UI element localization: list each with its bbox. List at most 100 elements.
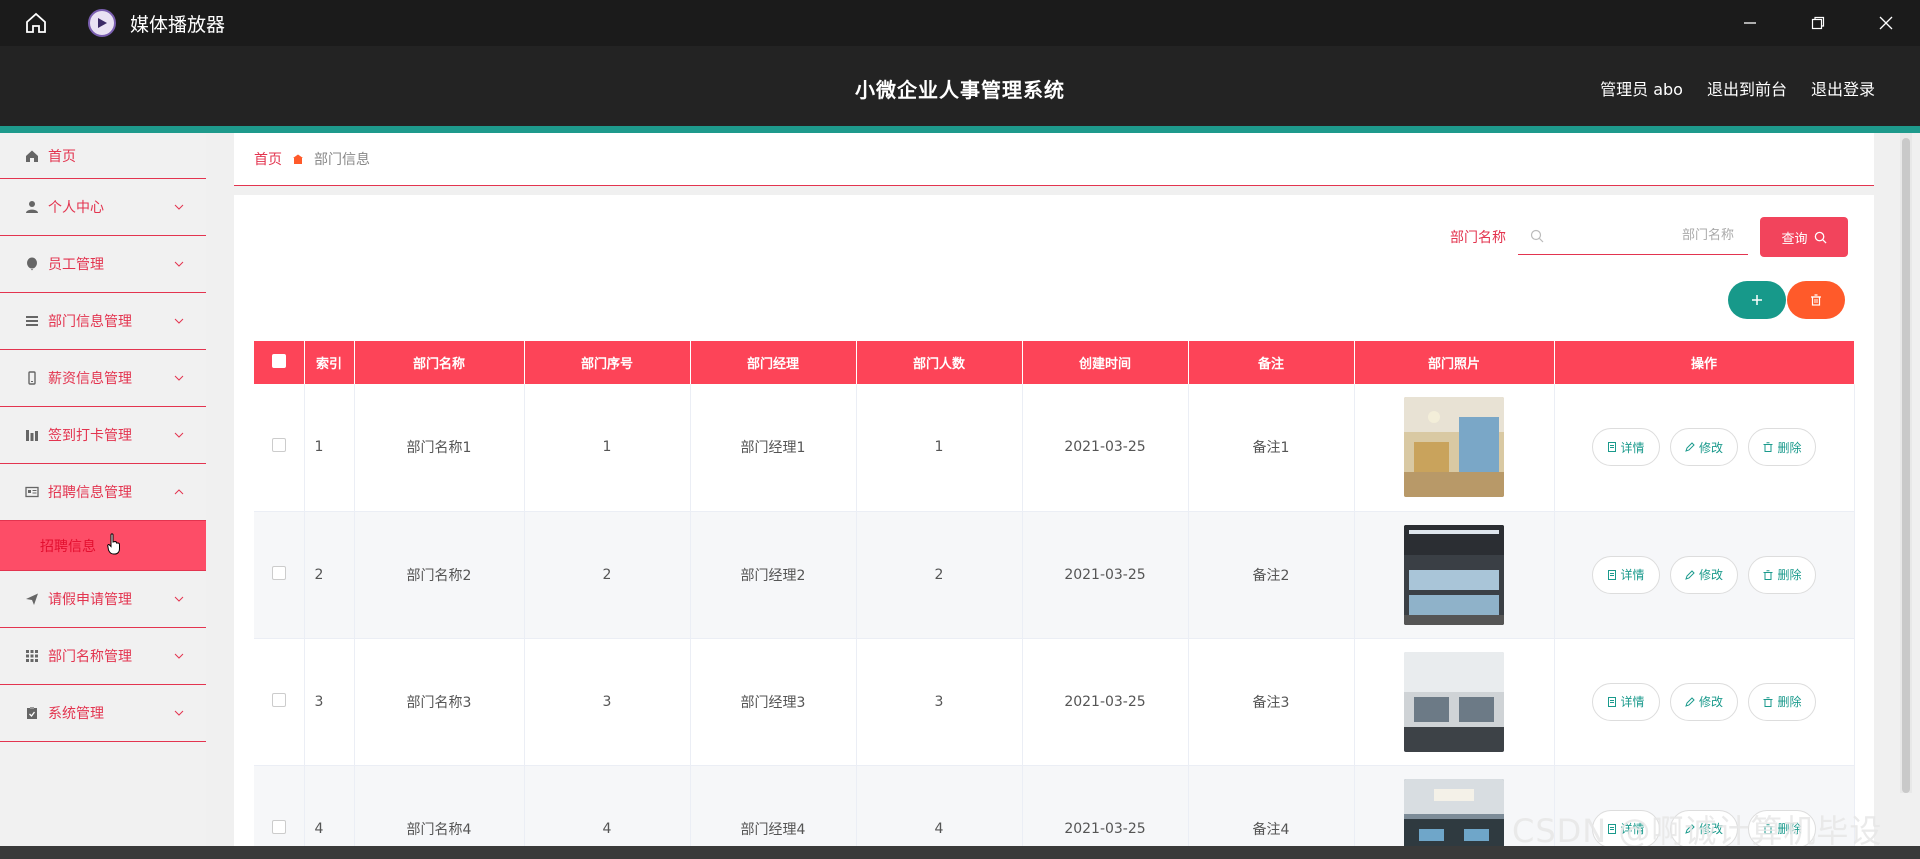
grid-icon bbox=[24, 648, 40, 664]
logout-link[interactable]: 退出登录 bbox=[1811, 76, 1875, 100]
remark-cell: 备注2 bbox=[1188, 511, 1355, 639]
no-cell: 4 bbox=[524, 765, 691, 859]
row-select-cell bbox=[254, 384, 305, 512]
breadcrumb-home-link[interactable]: 首页 bbox=[254, 149, 282, 169]
chart-icon bbox=[24, 427, 40, 443]
remark-cell: 备注4 bbox=[1188, 765, 1355, 859]
vertical-scrollbar-thumb[interactable] bbox=[1902, 138, 1910, 793]
column-header: 创建时间 bbox=[1022, 341, 1189, 384]
sidebar-item-label: 系统管理 bbox=[48, 706, 104, 722]
trash-icon bbox=[1763, 442, 1773, 453]
remark-cell: 备注1 bbox=[1188, 384, 1355, 512]
department-photo[interactable] bbox=[1404, 524, 1504, 625]
row-checkbox[interactable] bbox=[271, 819, 286, 834]
breadcrumb-current: 部门信息 bbox=[314, 152, 370, 168]
actions-cell: 详情 修改 删除 bbox=[1554, 511, 1855, 639]
chevron-down-icon bbox=[174, 596, 184, 602]
chevron-up-icon bbox=[174, 489, 184, 495]
delete-button[interactable]: 删除 bbox=[1748, 555, 1817, 594]
sidebar-item-department-name[interactable]: 部门名称管理 bbox=[0, 628, 206, 685]
sidebar-item-department-info[interactable]: 部门信息管理 bbox=[0, 293, 206, 350]
detail-button[interactable]: 详情 bbox=[1591, 555, 1660, 594]
document-icon bbox=[1607, 696, 1616, 707]
sidebar-item-personal-center[interactable]: 个人中心 bbox=[0, 179, 206, 236]
column-header: 部门名称 bbox=[354, 341, 525, 384]
breadcrumb-separator-icon bbox=[293, 154, 303, 164]
send-icon bbox=[24, 591, 40, 607]
name-cell: 部门名称2 bbox=[354, 511, 525, 639]
column-header: 部门序号 bbox=[524, 341, 691, 384]
delete-button[interactable]: 删除 bbox=[1748, 428, 1817, 467]
manager-cell: 部门经理2 bbox=[690, 511, 857, 639]
select-all-cell bbox=[254, 341, 305, 384]
minimize-icon bbox=[1744, 22, 1756, 24]
sidebar: 首页 个人中心 员工管理 部门信息管理 薪资信息管理 签到打卡管理 招聘信息管理… bbox=[0, 133, 206, 859]
no-cell: 2 bbox=[524, 511, 691, 639]
select-all-checkbox[interactable] bbox=[271, 353, 286, 368]
created-cell: 2021-03-25 bbox=[1022, 765, 1189, 859]
sidebar-item-salary[interactable]: 薪资信息管理 bbox=[0, 350, 206, 407]
sidebar-item-employee[interactable]: 员工管理 bbox=[0, 236, 206, 293]
sidebar-subitem-recruitment-info[interactable]: 招聘信息 bbox=[0, 521, 206, 571]
main-content: 首页 部门信息 部门名称 查询 索引 部门名称 bbox=[234, 133, 1874, 859]
home-icon[interactable] bbox=[18, 5, 54, 41]
app-header: 小微企业人事管理系统 管理员 abo 退出到前台 退出登录 bbox=[0, 46, 1920, 126]
batch-delete-button[interactable] bbox=[1787, 281, 1845, 319]
sidebar-item-label: 个人中心 bbox=[48, 200, 104, 216]
name-cell: 部门名称1 bbox=[354, 384, 525, 512]
edit-button[interactable]: 修改 bbox=[1669, 555, 1738, 594]
minimize-button[interactable] bbox=[1716, 0, 1784, 46]
chevron-down-icon bbox=[174, 653, 184, 659]
window-title: 媒体播放器 bbox=[130, 13, 226, 36]
add-button[interactable] bbox=[1728, 281, 1786, 319]
search-input[interactable] bbox=[1554, 228, 1734, 243]
department-photo[interactable] bbox=[1404, 651, 1504, 752]
sidebar-item-checkin[interactable]: 签到打卡管理 bbox=[0, 407, 206, 464]
photo-cell bbox=[1354, 384, 1555, 512]
column-header: 索引 bbox=[304, 341, 355, 384]
department-panel: 部门名称 查询 索引 部门名称 部门序号 部门 bbox=[234, 195, 1874, 859]
count-cell: 4 bbox=[856, 765, 1023, 859]
detail-button[interactable]: 详情 bbox=[1591, 428, 1660, 467]
document-icon bbox=[1607, 442, 1616, 453]
phone-icon bbox=[24, 370, 40, 386]
delete-button[interactable]: 删除 bbox=[1748, 682, 1817, 721]
row-select-cell bbox=[254, 765, 305, 859]
department-photo[interactable] bbox=[1404, 397, 1504, 498]
edit-button[interactable]: 修改 bbox=[1669, 428, 1738, 467]
query-button-label: 查询 bbox=[1781, 231, 1808, 247]
sidebar-item-label: 签到打卡管理 bbox=[48, 428, 132, 444]
restore-button[interactable] bbox=[1784, 0, 1852, 46]
table-header-row: 索引 部门名称 部门序号 部门经理 部门人数 创建时间 备注 部门照片 操作 bbox=[254, 341, 1855, 384]
sidebar-item-recruitment[interactable]: 招聘信息管理 bbox=[0, 464, 206, 521]
user-icon bbox=[24, 199, 40, 215]
department-table: 索引 部门名称 部门序号 部门经理 部门人数 创建时间 备注 部门照片 操作 1… bbox=[254, 341, 1855, 859]
sidebar-item-label: 薪资信息管理 bbox=[48, 371, 132, 387]
no-cell: 3 bbox=[524, 638, 691, 766]
edit-button[interactable]: 修改 bbox=[1669, 682, 1738, 721]
query-button[interactable]: 查询 bbox=[1760, 217, 1848, 257]
close-button[interactable] bbox=[1852, 0, 1920, 46]
sidebar-item-system[interactable]: 系统管理 bbox=[0, 685, 206, 742]
table-row: 3 部门名称3 3 部门经理3 3 2021-03-25 备注3 详情 修改 删… bbox=[254, 638, 1855, 766]
document-icon bbox=[1607, 569, 1616, 580]
count-cell: 2 bbox=[856, 511, 1023, 639]
actions-cell: 详情 修改 删除 bbox=[1554, 638, 1855, 766]
row-checkbox[interactable] bbox=[271, 565, 286, 580]
id-card-icon bbox=[24, 484, 40, 500]
manager-cell: 部门经理4 bbox=[690, 765, 857, 859]
no-cell: 1 bbox=[524, 384, 691, 512]
sidebar-item-home[interactable]: 首页 bbox=[0, 133, 206, 179]
manager-cell: 部门经理1 bbox=[690, 384, 857, 512]
row-select-cell bbox=[254, 511, 305, 639]
row-checkbox[interactable] bbox=[271, 692, 286, 707]
breadcrumb: 首页 部门信息 bbox=[234, 133, 1874, 186]
sidebar-item-label: 招聘信息管理 bbox=[48, 485, 132, 501]
admin-user-link[interactable]: 管理员 abo bbox=[1600, 76, 1683, 100]
detail-button[interactable]: 详情 bbox=[1591, 682, 1660, 721]
pencil-icon bbox=[1685, 442, 1695, 453]
sidebar-item-leave[interactable]: 请假申请管理 bbox=[0, 571, 206, 628]
row-checkbox[interactable] bbox=[271, 438, 286, 453]
row-select-cell bbox=[254, 638, 305, 766]
back-to-front-link[interactable]: 退出到前台 bbox=[1707, 76, 1787, 100]
